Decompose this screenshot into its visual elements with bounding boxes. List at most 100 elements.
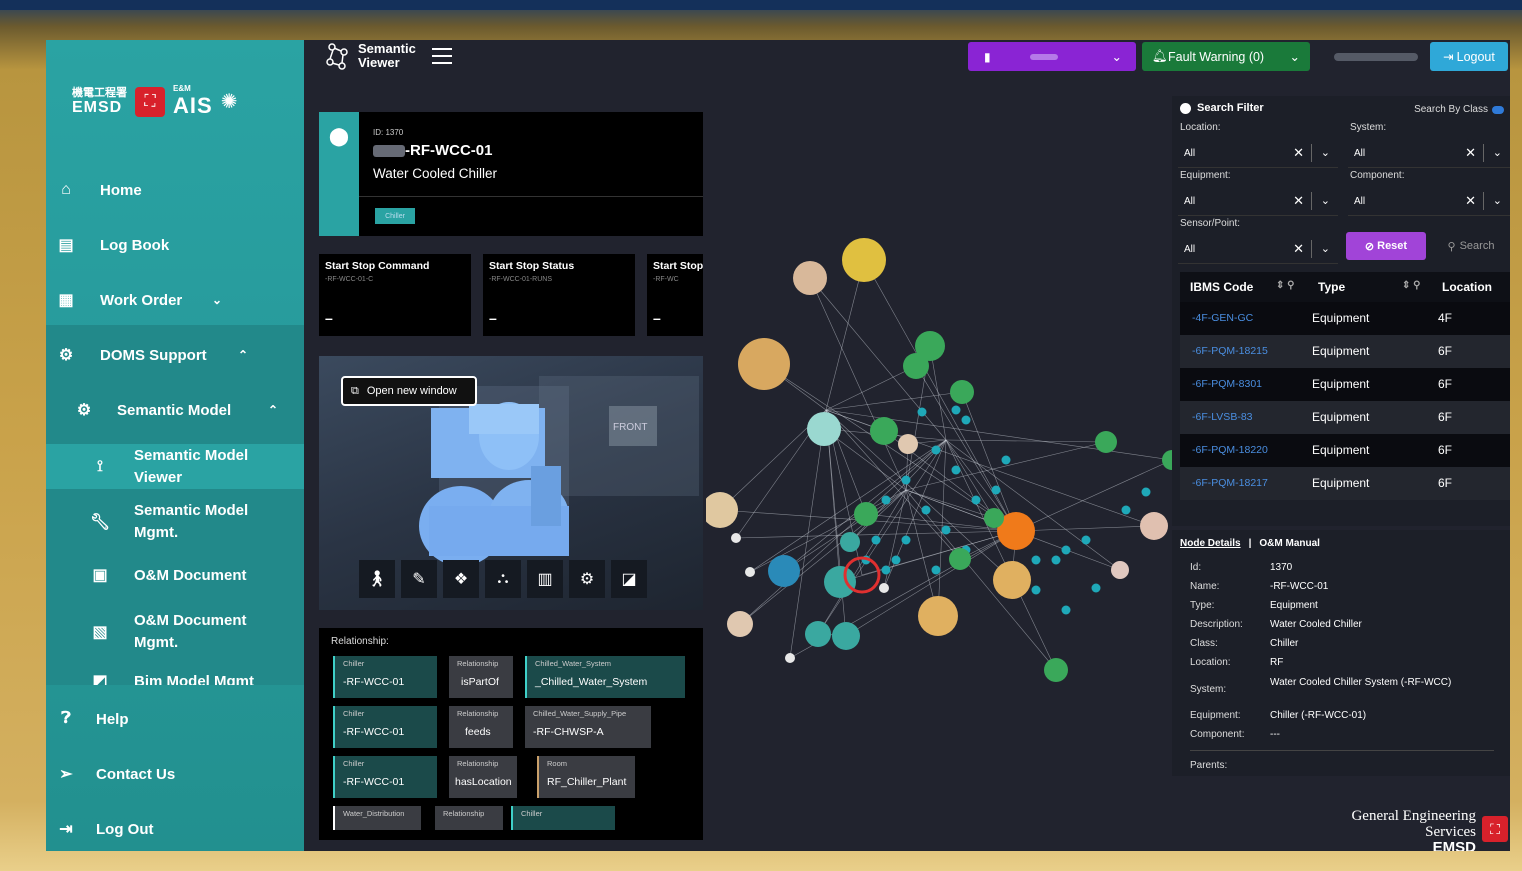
search-by-class-toggle[interactable]: Search By Class (1414, 104, 1504, 115)
graph-node[interactable] (727, 611, 753, 637)
column-header[interactable]: Type (1318, 280, 1345, 294)
building-selector[interactable]: ▮ ⌄ (968, 42, 1136, 71)
sort-icon[interactable]: ⇕ ⚲ (1402, 280, 1420, 291)
relationship-target-node[interactable]: Chilled_Water_Supply_Pipe -RF-CHWSP-A (525, 706, 651, 748)
table-row[interactable]: -6F-PQM-18220 Equipment 6F (1180, 434, 1510, 467)
open-new-window-button[interactable]: ⧉ Open new window (341, 376, 477, 406)
logout-button[interactable]: ⇥ Logout (1430, 42, 1508, 71)
sidebar-item-log-out[interactable]: ⇥ Log Out (46, 817, 304, 841)
graph-node[interactable] (984, 508, 1004, 528)
sort-icon[interactable]: ⇕ ⚲ (1276, 280, 1294, 291)
graph-node[interactable] (870, 417, 898, 445)
component-select[interactable]: All ✕ ⌄ (1348, 186, 1510, 216)
relationship-target-node[interactable]: Chiller (511, 806, 615, 830)
sidebar-item-bim-model-mgmt[interactable]: ◩ Bim Model Mgmt (46, 669, 304, 686)
graph-point-node[interactable] (921, 505, 931, 515)
graph-point-node[interactable] (1061, 605, 1071, 615)
point-card[interactable]: Start Stop -RF-WC – (647, 254, 703, 336)
graph-node[interactable] (993, 561, 1031, 599)
graph-point-node[interactable] (901, 535, 911, 545)
relationship-source-node[interactable]: Chiller -RF-WCC-01 (333, 756, 437, 798)
graph-point-node[interactable] (971, 495, 981, 505)
graph-point-node[interactable] (931, 565, 941, 575)
table-row[interactable]: -6F-PQM-8301 Equipment 6F (1180, 368, 1510, 401)
ibms-code-link[interactable]: -6F-PQM-18220 (1192, 444, 1268, 456)
graph-node[interactable] (807, 412, 841, 446)
graph-node[interactable] (785, 653, 795, 663)
sidebar-item-semantic-model-mgmt[interactable]: 🔧︎ Semantic Model Mgmt. (46, 499, 304, 544)
graph-node[interactable] (854, 502, 878, 526)
graph-node[interactable] (949, 548, 971, 570)
ibms-code-link[interactable]: -6F-LVSB-83 (1192, 411, 1253, 423)
sidebar-item-semantic-model-viewer[interactable]: ⟟ Semantic Model Viewer (46, 444, 304, 489)
graph-node[interactable] (842, 238, 886, 282)
tab-node-details[interactable]: Node Details (1180, 538, 1241, 549)
clear-icon[interactable]: ✕ (1465, 145, 1476, 161)
clear-icon[interactable]: ✕ (1293, 241, 1304, 257)
semantic-graph-canvas[interactable] (706, 120, 1176, 840)
table-row[interactable]: -4F-GEN-GC Equipment 4F (1180, 302, 1510, 335)
ibms-code-link[interactable]: -6F-PQM-18215 (1192, 345, 1268, 357)
relationship-source-node[interactable]: Chiller -RF-WCC-01 (333, 706, 437, 748)
sidebar-item-om-document[interactable]: ▣ O&M Document (46, 563, 304, 587)
ibms-code-link[interactable]: -4F-GEN-GC (1192, 312, 1253, 324)
graph-point-node[interactable] (931, 445, 941, 455)
clear-icon[interactable]: ✕ (1293, 193, 1304, 209)
graph-node[interactable] (898, 434, 918, 454)
graph-point-node[interactable] (1141, 487, 1151, 497)
explode-model-icon[interactable]: ❖ (443, 560, 479, 598)
table-row[interactable]: -6F-LVSB-83 Equipment 6F (1180, 401, 1510, 434)
graph-point-node[interactable] (951, 405, 961, 415)
graph-node[interactable] (903, 353, 929, 379)
graph-point-node[interactable] (1001, 455, 1011, 465)
graph-point-node[interactable] (871, 535, 881, 545)
graph-point-node[interactable] (901, 475, 911, 485)
graph-point-node[interactable] (891, 555, 901, 565)
sidebar-item-contact-us[interactable]: ➢ Contact Us (46, 762, 304, 786)
graph-point-node[interactable] (1031, 555, 1041, 565)
graph-point-node[interactable] (1051, 555, 1061, 565)
graph-point-node[interactable] (961, 415, 971, 425)
graph-point-node[interactable] (951, 465, 961, 475)
graph-node[interactable] (1095, 431, 1117, 453)
graph-node[interactable] (1044, 658, 1068, 682)
graph-node[interactable] (1111, 561, 1129, 579)
graph-node[interactable] (840, 532, 860, 552)
graph-node[interactable] (879, 583, 889, 593)
graph-point-node[interactable] (941, 525, 951, 535)
fullscreen-icon[interactable]: ◪ (611, 560, 647, 598)
relationship-source-node[interactable]: Water_Distribution (333, 806, 421, 830)
sidebar-item-om-document-mgmt[interactable]: ▧ O&M Document Mgmt. (46, 609, 304, 654)
model-tree-icon[interactable]: ⛬ (485, 560, 521, 598)
point-card[interactable]: Start Stop Status -RF-WCC-01-RUNS – (483, 254, 635, 336)
sidebar-item-semantic-model[interactable]: ⚙ Semantic Model ⌃ (46, 398, 304, 422)
reset-button[interactable]: ⊘ Reset (1346, 232, 1426, 260)
graph-point-node[interactable] (917, 407, 927, 417)
graph-node[interactable] (950, 380, 974, 404)
graph-node[interactable] (1140, 512, 1168, 540)
sensor-point-select[interactable]: All ✕ ⌄ (1178, 234, 1338, 264)
column-header[interactable]: Location (1442, 280, 1492, 294)
graph-node[interactable] (805, 621, 831, 647)
measure-icon[interactable]: ✎ (401, 560, 437, 598)
location-select[interactable]: All ✕ ⌄ (1178, 138, 1338, 168)
sidebar-item-help[interactable]: ❓︎ Help (46, 707, 304, 731)
sidebar-item-doms-support[interactable]: ⚙ DOMS Support ⌃ (46, 343, 304, 367)
sidebar-item-log-book[interactable]: ▤ Log Book (46, 233, 304, 257)
relationship-source-node[interactable]: Chiller -RF-WCC-01 (333, 656, 437, 698)
person-icon[interactable]: 🚶︎ (359, 560, 395, 598)
equipment-select[interactable]: All ✕ ⌄ (1178, 186, 1338, 216)
graph-point-node[interactable] (1121, 505, 1131, 515)
graph-node[interactable] (793, 261, 827, 295)
bim-3d-viewer[interactable]: FRONT ⧉ Open new window 🚶︎ ✎ ❖ ⛬ ▥ ⚙ ◪ (319, 356, 703, 610)
table-row[interactable]: -6F-PQM-18217 Equipment 6F (1180, 467, 1510, 500)
system-select[interactable]: All ✕ ⌄ (1348, 138, 1510, 168)
graph-node[interactable] (738, 338, 790, 390)
graph-point-node[interactable] (1091, 583, 1101, 593)
graph-node[interactable] (918, 596, 958, 636)
table-row[interactable]: -6F-PQM-18215 Equipment 6F (1180, 335, 1510, 368)
column-header[interactable]: IBMS Code (1190, 280, 1253, 294)
properties-icon[interactable]: ▥ (527, 560, 563, 598)
graph-point-node[interactable] (1081, 535, 1091, 545)
point-card[interactable]: Start Stop Command -RF-WCC-01-C – (319, 254, 471, 336)
